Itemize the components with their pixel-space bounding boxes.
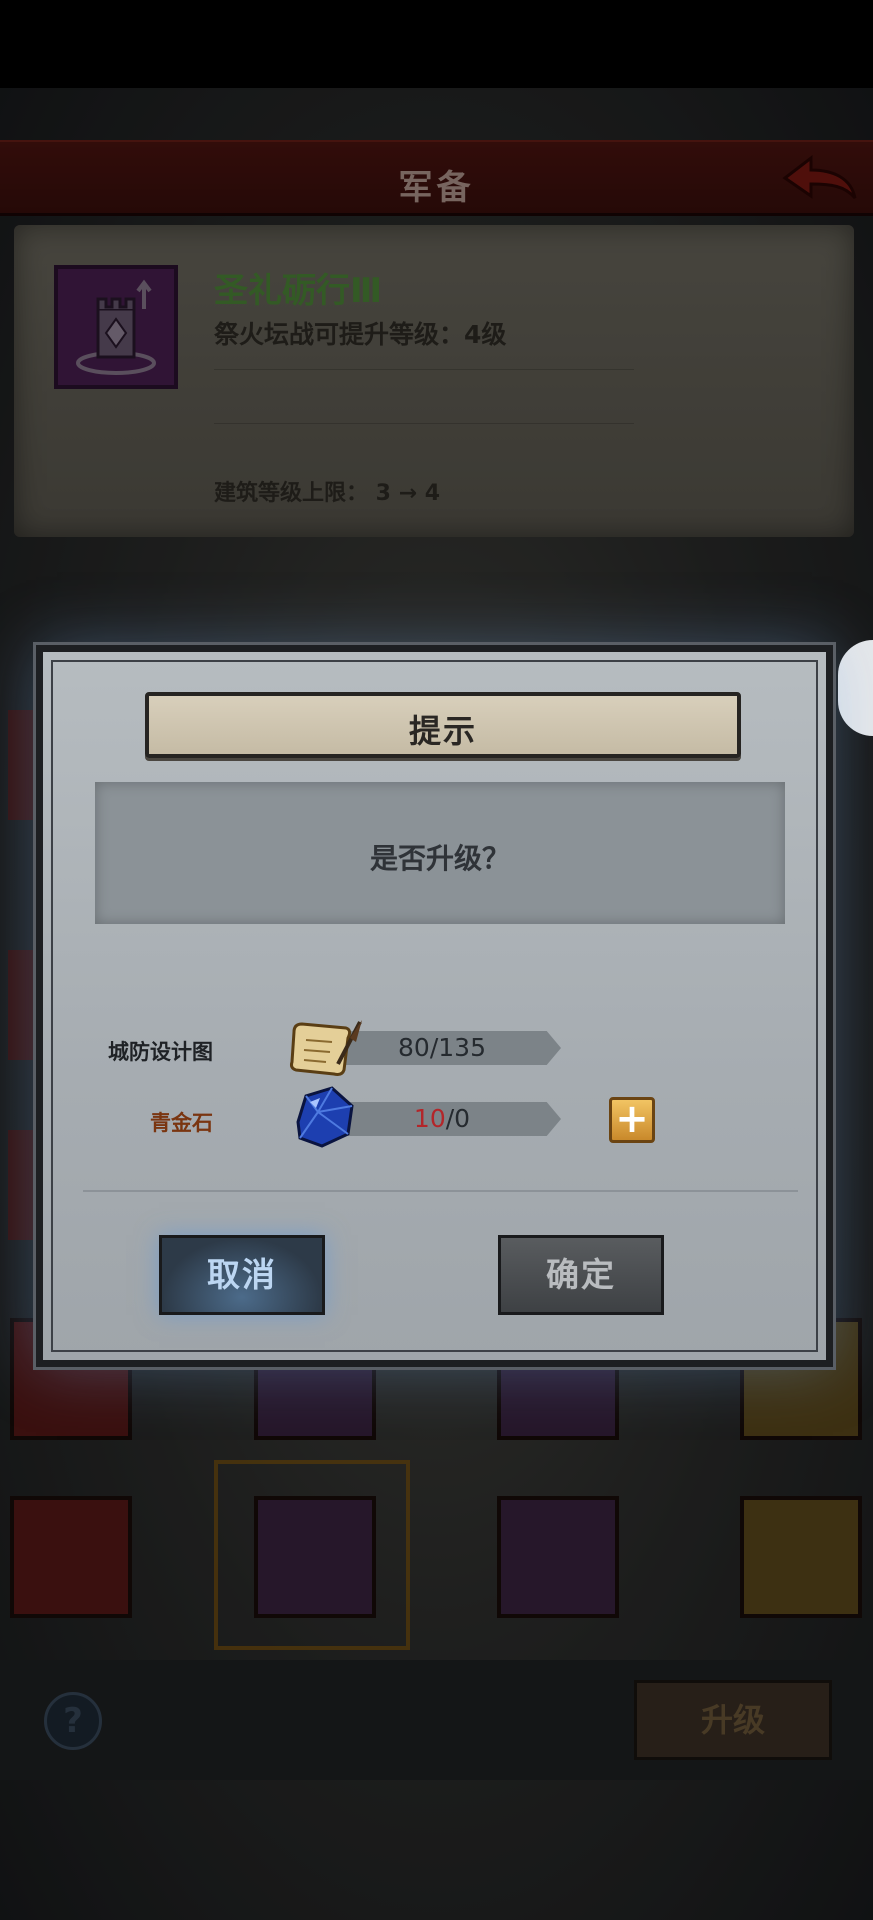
resource-bar-lapis: 10/0 xyxy=(323,1102,561,1136)
upgrade-confirm-dialog: 提示 是否升级？ 城防设计图 80/135 青金石 10/0 + 取消 确定 xyxy=(36,645,833,1367)
dialog-message: 是否升级？ xyxy=(369,842,510,875)
resource-label-lapis: 青金石 xyxy=(150,1111,213,1135)
cancel-button[interactable]: 取消 xyxy=(159,1235,325,1315)
dialog-title: 提示 xyxy=(408,712,477,750)
lapis-gem-icon xyxy=(296,1086,354,1148)
resource-count: 10/0 xyxy=(413,1104,471,1133)
status-bar xyxy=(0,0,873,88)
dialog-title-plate: 提示 xyxy=(145,692,741,758)
dialog-divider xyxy=(83,1190,798,1192)
blueprint-scroll-icon xyxy=(290,1020,362,1076)
message-box: 是否升级？ xyxy=(95,782,785,924)
add-lapis-button[interactable]: + xyxy=(609,1097,655,1143)
confirm-button[interactable]: 确定 xyxy=(498,1235,664,1315)
resource-label-blueprint: 城防设计图 xyxy=(108,1040,213,1064)
